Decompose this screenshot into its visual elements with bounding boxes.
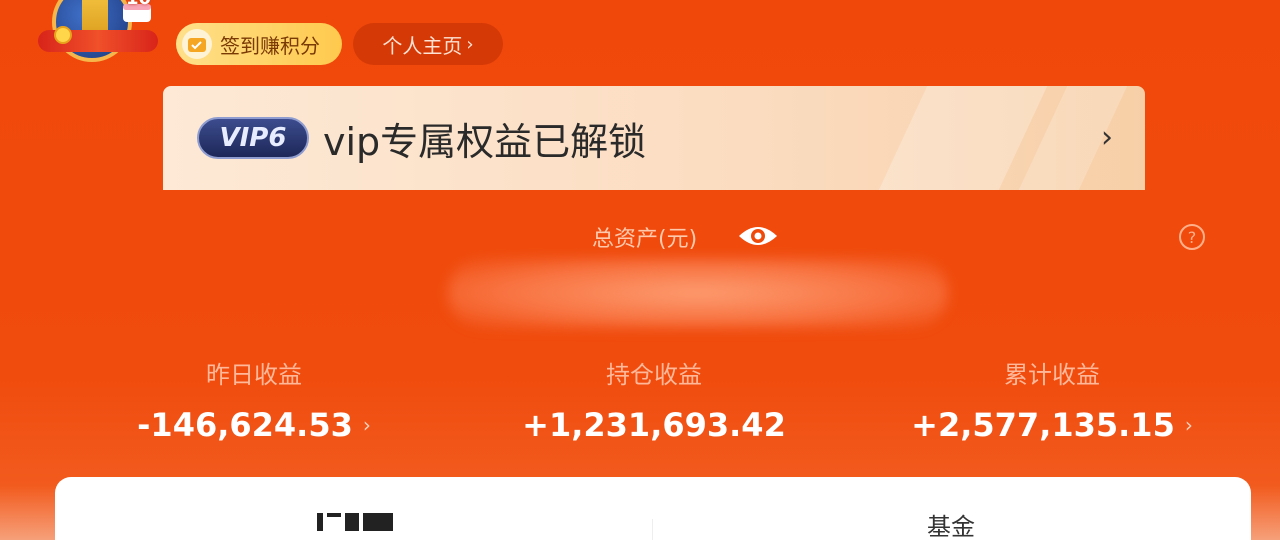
- profile-button[interactable]: 个人主页 ›: [353, 23, 503, 65]
- yesterday-earnings[interactable]: 昨日收益 -146,624.53 ›: [104, 355, 404, 444]
- avatar[interactable]: 10: [38, 0, 158, 72]
- checkin-icon: [182, 29, 212, 59]
- coin-icon: [54, 26, 72, 44]
- chevron-right-icon: ›: [362, 413, 371, 437]
- avatar-badge: 10: [126, 0, 151, 9]
- earnings-value: +1,231,693.42: [522, 406, 786, 444]
- vip-badge: VIP6: [197, 117, 309, 159]
- signin-label: 签到赚积分: [220, 33, 320, 58]
- profile-label: 个人主页: [382, 33, 463, 58]
- tab-label-cropped: [317, 513, 323, 531]
- help-icon[interactable]: ?: [1179, 224, 1205, 250]
- tab-label-cropped: [363, 513, 393, 531]
- eye-icon[interactable]: [737, 221, 779, 251]
- cumulative-earnings[interactable]: 累计收益 +2,577,135.15 ›: [902, 355, 1202, 444]
- total-assets-label: 总资产(元): [592, 227, 698, 252]
- earnings-label: 昨日收益: [206, 361, 302, 389]
- total-assets-value-hidden: [448, 258, 948, 328]
- earnings-label: 持仓收益: [606, 361, 702, 389]
- chevron-right-icon: ›: [466, 33, 474, 55]
- tab-1[interactable]: [315, 507, 395, 533]
- vip-banner[interactable]: VIP6 vip专属权益已解锁 ›: [163, 86, 1145, 190]
- signin-button[interactable]: 签到赚积分: [176, 23, 342, 65]
- banner-stripe: [878, 86, 1048, 190]
- tab-divider: [652, 519, 653, 540]
- tab-fund[interactable]: 基金: [927, 507, 975, 540]
- tab-label-cropped: [345, 513, 359, 531]
- chevron-right-icon: ›: [1101, 120, 1113, 155]
- chevron-right-icon: ›: [1184, 413, 1193, 437]
- vip-text: vip专属权益已解锁: [323, 119, 647, 164]
- tabs-card: 基金: [55, 477, 1251, 540]
- tab-label-cropped: [327, 513, 341, 517]
- earnings-value: -146,624.53: [137, 406, 353, 444]
- holding-earnings[interactable]: 持仓收益 +1,231,693.42: [504, 355, 804, 444]
- earnings-value: +2,577,135.15: [911, 406, 1175, 444]
- earnings-label: 累计收益: [1004, 361, 1100, 389]
